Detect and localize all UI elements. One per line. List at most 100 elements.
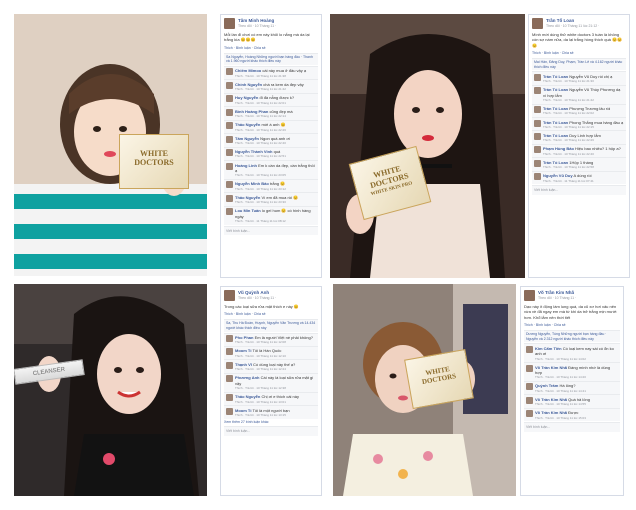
avatar[interactable] — [226, 135, 233, 143]
comment-meta[interactable]: Thích · Trả lời · 10 Tháng 11 lúc 22:58 — [543, 165, 594, 169]
comment-meta[interactable]: Thích · Trả lời · 10 Tháng 11 lúc 22:01 — [235, 101, 294, 105]
avatar[interactable] — [226, 407, 233, 415]
avatar[interactable] — [526, 345, 533, 353]
comment-meta[interactable]: Thích · Trả lời · 10 Tháng 11 lúc 14:41 — [535, 389, 586, 393]
comment-meta[interactable]: Thích · Trả lời · 10 Tháng 11 lúc 15:03 — [535, 416, 586, 420]
avatar[interactable] — [524, 290, 535, 301]
avatar[interactable] — [534, 173, 541, 181]
comment-meta[interactable]: Thích · Trả lời · 10 Tháng 11 lúc 22:15 — [543, 125, 623, 129]
comment-meta[interactable]: Thích · Trả lời · 10 Tháng 11 lúc 22:02 — [543, 111, 610, 115]
avatar[interactable] — [532, 18, 543, 29]
comment-author[interactable]: Võ Trần Kim Nhã — [535, 397, 567, 402]
avatar[interactable] — [226, 81, 233, 89]
comment-author[interactable]: Moom Tí — [235, 408, 251, 413]
comment-meta[interactable]: Thích · Trả lời · 10 Tháng 11 lúc 21:42 — [235, 87, 304, 91]
comment-author[interactable]: Trần Tố Loan — [543, 87, 568, 92]
comment-author[interactable]: Phương Anh — [235, 375, 259, 380]
avatar[interactable] — [526, 396, 533, 404]
avatar[interactable] — [226, 348, 233, 356]
comment-author[interactable]: Trần Tố Loan — [543, 74, 568, 79]
avatar[interactable] — [226, 122, 233, 130]
comment-meta[interactable]: Thích · Trả lời · 11 Tháng 11 lúc 08:12 — [235, 219, 316, 223]
avatar[interactable] — [534, 159, 541, 167]
avatar[interactable] — [526, 410, 533, 418]
comment-author[interactable]: Nguyễn Vũ Duy — [543, 173, 573, 178]
comment-author[interactable]: Lou Min Tuấn — [235, 208, 261, 213]
comment-author[interactable]: Trần Tố Loan — [543, 160, 568, 165]
comment-author[interactable]: Trần Tố Loan — [543, 120, 568, 125]
avatar[interactable] — [226, 181, 233, 189]
comment-input[interactable]: Viết bình luận... — [224, 225, 318, 236]
comment-author[interactable]: Thạnh Vĩ — [235, 362, 252, 367]
comment-meta[interactable]: Thích · Trả lời · 10 Tháng 11 lúc 13:15 — [235, 413, 290, 417]
comment-input[interactable]: Viết bình luận... — [532, 185, 626, 195]
avatar[interactable] — [226, 394, 233, 402]
comment-author[interactable]: Võ Trần Kim Nhã — [535, 410, 567, 415]
comment-meta[interactable]: Thích · Trả lời · 10 Tháng 11 lúc 22:40 — [235, 141, 290, 145]
comment-meta[interactable]: Thích · Trả lời · 10 Tháng 11 lúc 21:30 — [543, 79, 612, 83]
comment-author[interactable]: Thảo Nguyễn — [235, 394, 260, 399]
comment-author[interactable]: Huy Nguyễn — [235, 95, 258, 100]
likes-summary[interactable]: Sa Nguyễn, Hoàng Những người bạn hàng đầ… — [224, 52, 318, 65]
comment-meta[interactable]: Thích · Trả lời · 10 Tháng 11 lúc 22:26 — [543, 138, 601, 142]
comment-meta[interactable]: Thích · Trả lời · 10 Tháng 11 lúc 22:26 — [235, 128, 286, 132]
comment-meta[interactable]: Thích · Trả lời · 10 Tháng 11 lúc 22:51 — [235, 154, 286, 158]
view-more-comments-link[interactable]: Xem thêm 27 bình luận khác — [221, 419, 321, 426]
likes-summary[interactable]: Sa, Thu Hà Đoàn, Huynh, Nguyễn Văn Trươn… — [224, 319, 318, 332]
comment-author[interactable]: Thảo Nguyễn — [235, 195, 260, 200]
comment-author[interactable]: Võ Trần Kim Nhã — [535, 365, 567, 370]
comment-author[interactable]: Tâm Nguyễn — [235, 136, 259, 141]
avatar[interactable] — [226, 162, 233, 170]
comment-author[interactable]: Nguyễn Thành Vinh — [235, 149, 272, 154]
comment-meta[interactable]: Thích · Trả lời · 10 Tháng 11 lúc 21:38 — [235, 74, 306, 78]
comment-meta[interactable]: Thích · Trả lời · 10 Tháng 11 lúc 12:10 — [235, 354, 286, 358]
post-actions[interactable]: Thích · Bình luận · Chia sẻ — [221, 311, 321, 318]
comment-author[interactable]: Pho Phan — [235, 335, 253, 340]
post-actions[interactable]: Thích · Bình luận · Chia sẻ — [529, 50, 629, 57]
comment-meta[interactable]: Thích · Trả lời · 10 Tháng 11 lúc 13:01 — [235, 400, 299, 404]
comment-author[interactable]: Bình Hoàng Phan — [235, 109, 268, 114]
avatar[interactable] — [226, 108, 233, 116]
comment-meta[interactable]: Thích · Trả lời · 10 Tháng 11 lúc 12:24 — [235, 367, 295, 371]
avatar[interactable] — [226, 335, 233, 343]
comment-author[interactable]: Quỳnh Trâm — [535, 383, 558, 388]
comment-author[interactable]: Hoàng Linh — [235, 163, 257, 168]
comment-meta[interactable]: Thích · Trả lời · 10 Tháng 11 lúc 12:08 — [235, 340, 313, 344]
avatar[interactable] — [224, 290, 235, 301]
avatar[interactable] — [534, 73, 541, 81]
avatar[interactable] — [226, 194, 233, 202]
comment-meta[interactable]: Thích · Trả lời · 10 Tháng 11 lúc 14:55 — [535, 402, 590, 406]
avatar[interactable] — [526, 364, 533, 372]
comment-meta[interactable]: Thích · Trả lời · 10 Tháng 11 lúc 22:40 — [543, 152, 621, 156]
avatar[interactable] — [534, 132, 541, 140]
post-actions[interactable]: Thích · Bình luận · Chia sẻ — [221, 45, 321, 52]
comment-meta[interactable]: Thích · Trả lời · 10 Tháng 11 lúc 23:30 — [235, 200, 298, 204]
avatar[interactable] — [224, 18, 235, 29]
post-actions[interactable]: Thích · Bình luận · Chia sẻ — [521, 322, 623, 329]
comment-meta[interactable]: Thích · Trả lời · 11 Tháng 11 lúc 07:41 — [543, 179, 594, 183]
avatar[interactable] — [534, 106, 541, 114]
avatar[interactable] — [534, 119, 541, 127]
comment-input[interactable]: Viết bình luận... — [224, 426, 318, 436]
comment-meta[interactable]: Thích · Trả lời · 10 Tháng 11 lúc 21:42 — [543, 98, 624, 102]
comment-meta[interactable]: Thích · Trả lời · 10 Tháng 11 lúc 23:12 — [235, 187, 286, 191]
comment-meta[interactable]: Thích · Trả lời · 10 Tháng 11 lúc 22:14 — [235, 114, 293, 118]
comment-author[interactable]: Trần Tố Loan — [543, 106, 568, 111]
likes-summary[interactable]: Dương Nguyễn, Tùng Những người bạn hàng … — [524, 329, 620, 343]
avatar[interactable] — [226, 95, 233, 103]
comment-author[interactable]: Thảo Nguyễn — [235, 122, 260, 127]
comment-author[interactable]: Nguyễn Minh Bảo — [235, 181, 269, 186]
avatar[interactable] — [226, 149, 233, 157]
avatar[interactable] — [226, 208, 233, 216]
avatar[interactable] — [226, 375, 233, 383]
comment-author[interactable]: Trần Tố Loan — [543, 133, 568, 138]
comment-author[interactable]: Chiêm Mimoo — [235, 68, 261, 73]
comment-meta[interactable]: Thích · Trả lời · 10 Tháng 11 lúc 14:20 — [535, 375, 618, 379]
avatar[interactable] — [534, 87, 541, 95]
comment-author[interactable]: Phạm Hùng Bảo — [543, 146, 574, 151]
avatar[interactable] — [526, 383, 533, 391]
likes-summary[interactable]: Mai Hân, Đăng Duy, Phạm, Trần Lê và 4.16… — [532, 57, 626, 71]
avatar[interactable] — [226, 68, 233, 76]
comment-author[interactable]: Chính Nguyễn — [235, 82, 262, 87]
comment-input[interactable]: Viết bình luận... — [524, 422, 620, 433]
